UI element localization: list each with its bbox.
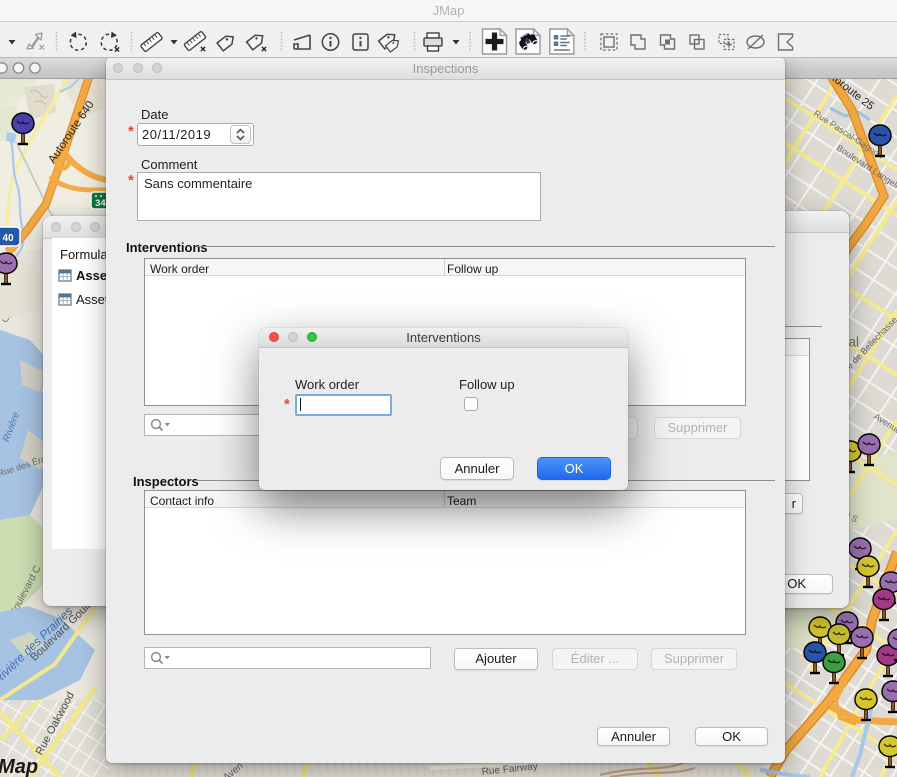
svg-text:al: al — [849, 335, 860, 350]
svg-text:JMap: JMap — [0, 756, 38, 777]
svg-text:40: 40 — [2, 233, 14, 244]
